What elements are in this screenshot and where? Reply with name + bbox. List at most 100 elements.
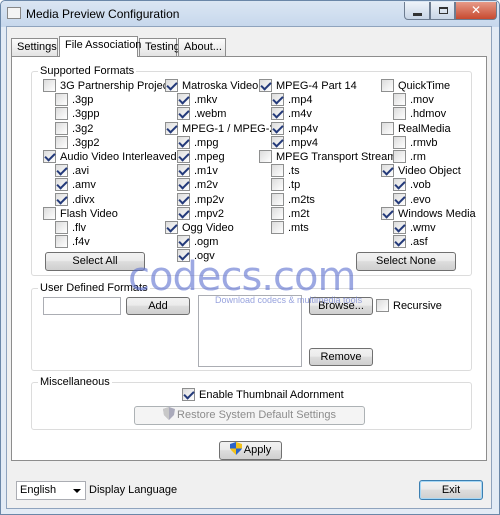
extension-checkbox-3gp[interactable]: .3gp xyxy=(55,93,93,106)
extension-checkbox-m2ts[interactable]: .m2ts xyxy=(271,193,315,206)
checkbox-box[interactable] xyxy=(177,235,190,248)
extension-checkbox-mpeg[interactable]: .mpeg xyxy=(177,150,225,163)
format-checkbox-3g-partnership-project[interactable]: 3G Partnership Project xyxy=(43,79,171,92)
extension-checkbox-m2t[interactable]: .m2t xyxy=(271,207,309,220)
extension-checkbox-mkv[interactable]: .mkv xyxy=(177,93,217,106)
checkbox-box[interactable] xyxy=(43,79,56,92)
extension-checkbox-m1v[interactable]: .m1v xyxy=(177,164,218,177)
extension-checkbox-mov[interactable]: .mov xyxy=(393,93,434,106)
extension-checkbox-mts[interactable]: .mts xyxy=(271,221,309,234)
checkbox-box[interactable] xyxy=(393,221,406,234)
extension-checkbox-3g2[interactable]: .3g2 xyxy=(55,122,93,135)
checkbox-box[interactable] xyxy=(271,136,284,149)
checkbox-box[interactable] xyxy=(55,178,68,191)
exit-button[interactable]: Exit xyxy=(419,480,483,500)
minimize-button[interactable] xyxy=(404,2,430,20)
extension-checkbox-ts[interactable]: .ts xyxy=(271,164,300,177)
close-button[interactable]: ✕ xyxy=(455,2,497,20)
format-checkbox-ogg-video[interactable]: Ogg Video xyxy=(165,221,234,234)
extension-input[interactable] xyxy=(43,297,121,315)
checkbox-box[interactable] xyxy=(55,221,68,234)
select-none-button[interactable]: Select None xyxy=(356,252,456,271)
checkbox-box[interactable] xyxy=(55,93,68,106)
title-bar[interactable]: Media Preview Configuration ✕ xyxy=(1,1,499,27)
extension-checkbox-asf[interactable]: .asf xyxy=(393,235,428,248)
checkbox-box[interactable] xyxy=(393,93,406,106)
extension-checkbox-3gpp[interactable]: .3gpp xyxy=(55,107,100,120)
extension-checkbox-m4v[interactable]: .m4v xyxy=(271,107,312,120)
tab-file-association[interactable]: File Association xyxy=(59,36,141,57)
extension-checkbox-tp[interactable]: .tp xyxy=(271,178,300,191)
checkbox-box[interactable] xyxy=(177,178,190,191)
restore-defaults-button[interactable]: Restore System Default Settings xyxy=(134,406,365,425)
checkbox-box[interactable] xyxy=(271,122,284,135)
checkbox-box[interactable] xyxy=(381,207,394,220)
extension-checkbox-mpg[interactable]: .mpg xyxy=(177,136,218,149)
checkbox-box[interactable] xyxy=(381,79,394,92)
checkbox-box[interactable] xyxy=(393,107,406,120)
checkbox-box[interactable] xyxy=(43,207,56,220)
tab-settings[interactable]: Settings xyxy=(11,38,58,56)
language-select[interactable]: English xyxy=(16,481,86,500)
checkbox-box[interactable] xyxy=(55,136,68,149)
format-checkbox-windows-media[interactable]: Windows Media xyxy=(381,207,476,220)
extension-checkbox-mp4[interactable]: .mp4 xyxy=(271,93,312,106)
checkbox-box[interactable] xyxy=(393,235,406,248)
extension-checkbox-webm[interactable]: .webm xyxy=(177,107,226,120)
checkbox-box[interactable] xyxy=(177,107,190,120)
extension-checkbox-mp2v[interactable]: .mp2v xyxy=(177,193,224,206)
checkbox-box[interactable] xyxy=(177,164,190,177)
checkbox-box[interactable] xyxy=(271,178,284,191)
extension-checkbox-m2v[interactable]: .m2v xyxy=(177,178,218,191)
checkbox-box[interactable] xyxy=(177,193,190,206)
format-checkbox-video-object[interactable]: Video Object xyxy=(381,164,461,177)
checkbox-box[interactable] xyxy=(271,107,284,120)
checkbox-box[interactable] xyxy=(271,93,284,106)
extension-checkbox-f4v[interactable]: .f4v xyxy=(55,235,90,248)
extension-checkbox-amv[interactable]: .amv xyxy=(55,178,96,191)
format-checkbox-quicktime[interactable]: QuickTime xyxy=(381,79,450,92)
extension-checkbox-mp4v[interactable]: .mp4v xyxy=(271,122,318,135)
checkbox-box[interactable] xyxy=(259,79,272,92)
format-checkbox-mpeg-1-mpeg-2[interactable]: MPEG-1 / MPEG-2 xyxy=(165,122,276,135)
maximize-button[interactable] xyxy=(430,2,455,20)
checkbox-box[interactable] xyxy=(271,164,284,177)
extension-checkbox-avi[interactable]: .avi xyxy=(55,164,89,177)
checkbox-box[interactable] xyxy=(55,122,68,135)
extension-checkbox-rmvb[interactable]: .rmvb xyxy=(393,136,438,149)
checkbox-box[interactable] xyxy=(165,79,178,92)
checkbox-box[interactable] xyxy=(271,207,284,220)
extension-checkbox-hdmov[interactable]: .hdmov xyxy=(393,107,446,120)
checkbox-box[interactable] xyxy=(393,178,406,191)
checkbox-box[interactable] xyxy=(381,122,394,135)
checkbox-box[interactable] xyxy=(165,221,178,234)
format-checkbox-flash-video[interactable]: Flash Video xyxy=(43,207,118,220)
folder-list[interactable] xyxy=(198,295,302,367)
extension-checkbox-rm[interactable]: .rm xyxy=(393,150,426,163)
extension-checkbox-wmv[interactable]: .wmv xyxy=(393,221,436,234)
extension-checkbox-ogm[interactable]: .ogm xyxy=(177,235,218,248)
checkbox-box[interactable] xyxy=(177,207,190,220)
checkbox-box[interactable] xyxy=(55,235,68,248)
format-checkbox-mpeg-transport-stream[interactable]: MPEG Transport Stream xyxy=(259,150,396,163)
checkbox-box[interactable] xyxy=(165,122,178,135)
checkbox-box[interactable] xyxy=(177,150,190,163)
checkbox-box[interactable] xyxy=(381,164,394,177)
checkbox-box[interactable] xyxy=(43,150,56,163)
tab-testing[interactable]: Testing xyxy=(139,38,180,56)
extension-checkbox-evo[interactable]: .evo xyxy=(393,193,431,206)
checkbox-box[interactable] xyxy=(55,107,68,120)
extension-checkbox-flv[interactable]: .flv xyxy=(55,221,86,234)
format-checkbox-matroska-video[interactable]: Matroska Video xyxy=(165,79,258,92)
extension-checkbox-divx[interactable]: .divx xyxy=(55,193,95,206)
remove-button[interactable]: Remove xyxy=(309,348,373,366)
checkbox-box[interactable] xyxy=(259,150,272,163)
checkbox-box[interactable] xyxy=(271,193,284,206)
checkbox-box[interactable] xyxy=(55,193,68,206)
extension-checkbox-vob[interactable]: .vob xyxy=(393,178,431,191)
recursive-checkbox[interactable]: Recursive xyxy=(376,299,442,312)
checkbox-box[interactable] xyxy=(177,136,190,149)
extension-checkbox-mpv4[interactable]: .mpv4 xyxy=(271,136,318,149)
extension-checkbox-3gp2[interactable]: .3gp2 xyxy=(55,136,100,149)
format-checkbox-mpeg-4-part-14[interactable]: MPEG-4 Part 14 xyxy=(259,79,357,92)
